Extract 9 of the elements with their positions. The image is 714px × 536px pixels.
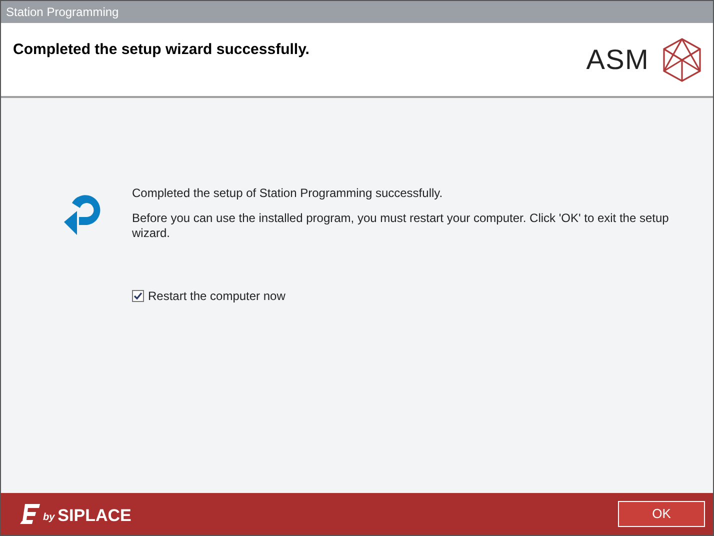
restart-checkbox[interactable]: Restart the computer now: [132, 287, 673, 305]
logo-by-text: by: [43, 511, 55, 525]
message-text: Completed the setup of Station Programming successfully.: [132, 186, 444, 201]
wizard-heading: Completed the setup wizard successfully.: [13, 40, 310, 60]
message-text: Before you can use the installed program, you must restart your computer. Click 'OK' to exit the setup wizard.: [132, 211, 670, 241]
ok-button[interactable]: OK: [618, 501, 705, 527]
logo-text: ASM: [586, 43, 649, 77]
logo-brand-text: SIPLACE: [58, 507, 132, 525]
window-title: Station Programming: [6, 4, 119, 21]
